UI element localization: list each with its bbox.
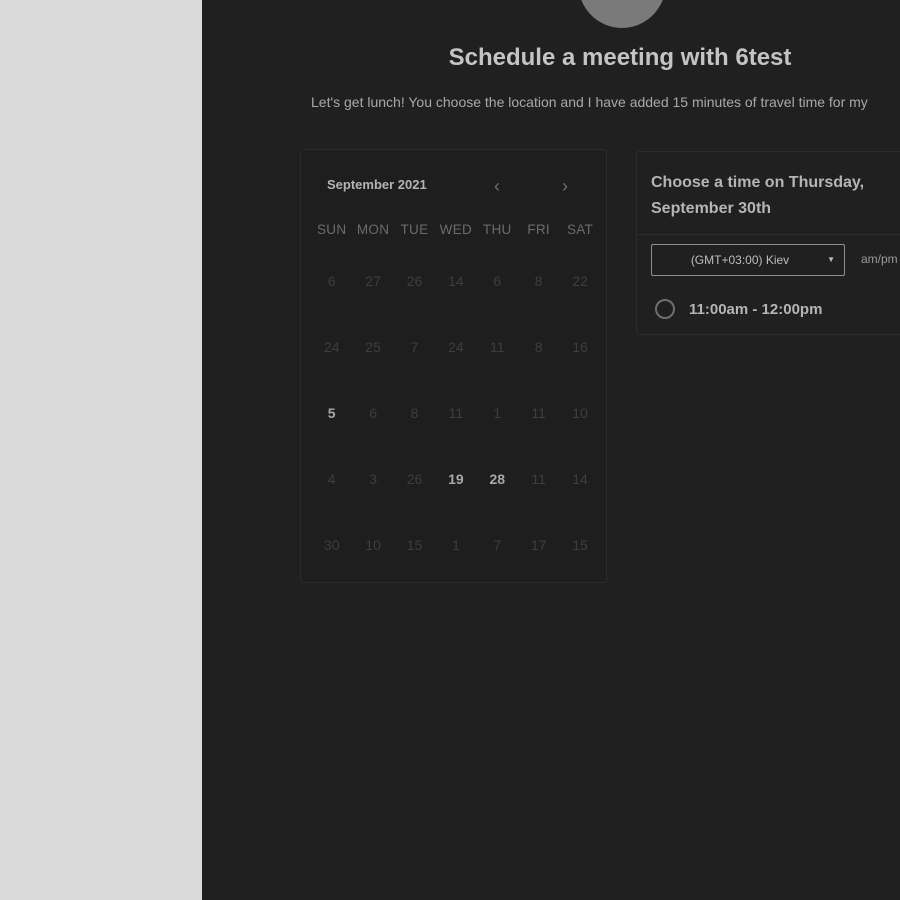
meeting-description: Let's get lunch! You choose the location…: [311, 94, 868, 110]
time-slot[interactable]: 11:00am - 12:00pm: [655, 296, 822, 322]
calendar-day: 6: [493, 273, 502, 289]
calendar-day: 24: [448, 339, 464, 355]
calendar-day: 8: [410, 405, 419, 421]
weekday-label: FRI: [527, 222, 550, 237]
calendar-week: 5 6 8 11 1 11 10: [311, 405, 601, 421]
time-selection-panel: Choose a time on Thursday, September 30t…: [636, 151, 900, 335]
calendar-day: 16: [572, 339, 588, 355]
calendar-day: 11: [489, 339, 505, 355]
calendar-day: 24: [323, 339, 340, 355]
calendar-day: 26: [406, 471, 423, 487]
time-slot-radio[interactable]: [655, 299, 675, 319]
caret-down-icon: ▼: [827, 255, 835, 264]
time-slot-label: 11:00am - 12:00pm: [689, 300, 823, 318]
weekday-label: TUE: [400, 222, 429, 237]
weekday-label: WED: [439, 222, 473, 237]
weekday-label: MON: [356, 222, 390, 237]
chevron-right-icon: ›: [562, 176, 568, 196]
calendar-day: 11: [531, 471, 546, 487]
calendar-day: 27: [365, 273, 381, 289]
calendar-day: 10: [572, 405, 588, 421]
calendar-day: 17: [530, 537, 547, 553]
calendar-day: 11: [531, 405, 546, 421]
calendar-day: 8: [534, 339, 543, 355]
avatar: [578, 0, 666, 28]
calendar-day-available[interactable]: 5: [311, 405, 352, 421]
calendar-day: 14: [448, 273, 464, 289]
calendar-day: 7: [410, 339, 419, 355]
time-format-toggle[interactable]: am/pm: [861, 252, 898, 266]
booking-page: Schedule a meeting with 6test Let's get …: [202, 0, 900, 900]
page-title: Schedule a meeting with 6test: [448, 44, 792, 71]
weekday-label: SAT: [566, 222, 594, 237]
weekday-label: THU: [482, 222, 512, 237]
left-pane: [0, 0, 202, 900]
calendar-day: 25: [365, 339, 381, 355]
calendar-month-label: September 2021: [327, 177, 427, 192]
calendar-day: 15: [406, 537, 423, 553]
chevron-left-icon: ‹: [494, 176, 500, 196]
calendar-week: 6 27 26 14 6 8 22: [311, 273, 601, 289]
calendar: September 2021 ‹ › SUN MON TUE WED THU F…: [300, 149, 607, 583]
calendar-day: 3: [369, 471, 377, 487]
timezone-select[interactable]: (GMT+03:00) Kiev ▼: [651, 244, 845, 276]
calendar-day-available[interactable]: 28: [477, 471, 518, 487]
calendar-day: 15: [572, 537, 588, 553]
calendar-day: 4: [327, 471, 336, 487]
calendar-day: 10: [365, 537, 381, 553]
next-month-button[interactable]: ›: [555, 176, 575, 196]
calendar-day: 11: [448, 405, 464, 421]
calendar-day: 1: [451, 537, 460, 553]
calendar-day: 7: [493, 537, 502, 553]
weekday-label: SUN: [316, 222, 347, 237]
divider: [637, 234, 900, 235]
calendar-week: 4 3 26 19 28 11 14: [311, 471, 601, 487]
calendar-day: 14: [572, 471, 588, 487]
weekday-header: SUN MON TUE WED THU FRI SAT: [311, 222, 601, 237]
previous-month-button[interactable]: ‹: [487, 176, 507, 196]
calendar-day: 26: [406, 273, 423, 289]
time-panel-title: Choose a time on Thursday, September 30t…: [651, 174, 865, 217]
calendar-day: 8: [534, 273, 543, 289]
calendar-day: 1: [493, 405, 502, 421]
calendar-day-available[interactable]: 19: [435, 471, 476, 487]
calendar-day: 22: [572, 273, 588, 289]
timezone-value: (GMT+03:00) Kiev: [690, 253, 790, 267]
calendar-week: 24 25 7 24 11 8 16: [311, 339, 601, 355]
calendar-day: 6: [369, 405, 377, 421]
calendar-day: 30: [323, 537, 340, 553]
calendar-day: 6: [327, 273, 336, 289]
calendar-week: 30 10 15 1 7 17 15: [311, 537, 601, 553]
